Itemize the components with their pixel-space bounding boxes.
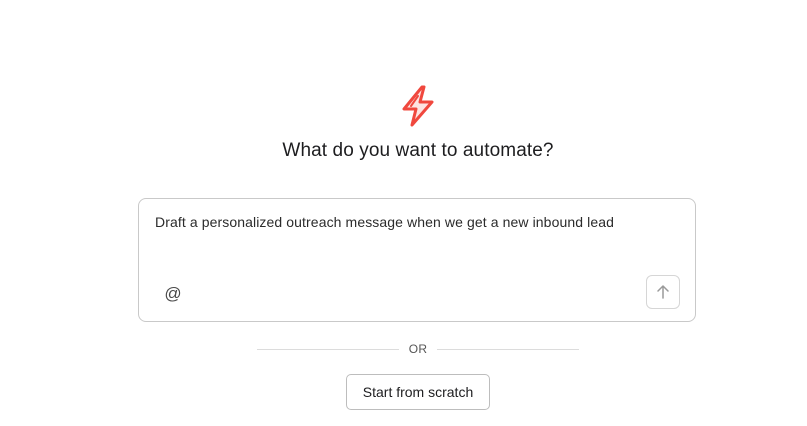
divider-line-right <box>437 348 580 350</box>
send-button[interactable] <box>646 275 680 309</box>
at-sign-icon[interactable]: @ <box>161 283 185 305</box>
lightning-bolt-icon <box>398 84 438 128</box>
prompt-input-box[interactable]: Draft a personalized outreach message wh… <box>138 198 696 322</box>
divider-line-left <box>257 348 399 350</box>
divider-label: OR <box>408 342 428 356</box>
arrow-up-icon <box>657 285 669 299</box>
mention-symbol: @ <box>164 284 182 303</box>
or-divider: OR <box>257 340 580 358</box>
page-title: What do you want to automate? <box>282 140 554 161</box>
prompt-input[interactable]: Draft a personalized outreach message wh… <box>155 214 675 230</box>
automation-start-page: What do you want to automate? Draft a pe… <box>0 0 807 426</box>
start-from-scratch-button[interactable]: Start from scratch <box>346 374 490 410</box>
